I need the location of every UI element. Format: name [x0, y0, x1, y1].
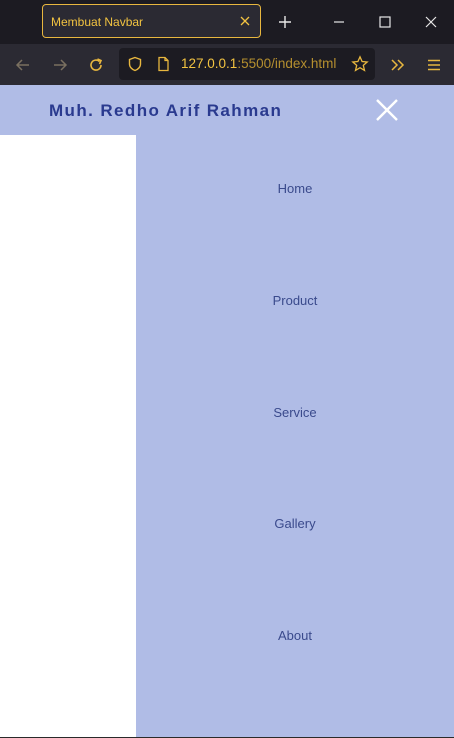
reload-icon[interactable]	[87, 56, 105, 74]
browser-titlebar: Membuat Navbar	[0, 0, 454, 44]
new-tab-plus-icon[interactable]	[277, 14, 293, 30]
page-icon	[158, 56, 169, 72]
browser-toolbar: 127.0.0.1:5500/index.html	[0, 44, 454, 85]
url-bar[interactable]: 127.0.0.1:5500/index.html	[119, 48, 375, 80]
arrow-left-icon[interactable]	[14, 56, 32, 74]
close-icon[interactable]	[375, 98, 399, 122]
star-icon[interactable]	[351, 55, 369, 73]
minimize-icon[interactable]	[331, 14, 347, 30]
browser-tab[interactable]: Membuat Navbar	[42, 4, 261, 38]
url-host: 127.0.0.1	[181, 56, 238, 71]
hamburger-icon[interactable]	[425, 56, 443, 74]
brand-logo-text[interactable]: Muh. Redho Arif Rahman	[49, 101, 282, 121]
maximize-icon[interactable]	[377, 14, 393, 30]
tab-title: Membuat Navbar	[51, 15, 144, 29]
side-menu: Home Product Service Gallery About	[136, 135, 454, 738]
menu-item-home[interactable]: Home	[136, 181, 454, 196]
arrow-right-icon[interactable]	[51, 56, 69, 74]
menu-item-service[interactable]: Service	[136, 405, 454, 420]
menu-item-product[interactable]: Product	[136, 293, 454, 308]
page-viewport: Muh. Redho Arif Rahman Home Product Serv…	[0, 85, 454, 738]
url-path: :5500/index.html	[237, 56, 337, 71]
navbar: Muh. Redho Arif Rahman	[0, 85, 454, 135]
chevrons-right-icon[interactable]	[389, 56, 407, 74]
shield-icon[interactable]	[127, 56, 143, 72]
page-content-area	[0, 135, 136, 738]
url-text[interactable]: 127.0.0.1:5500/index.html	[181, 56, 336, 71]
tab-close-icon[interactable]	[238, 14, 252, 28]
window-close-icon[interactable]	[423, 14, 439, 30]
menu-item-about[interactable]: About	[136, 628, 454, 643]
menu-item-gallery[interactable]: Gallery	[136, 516, 454, 531]
